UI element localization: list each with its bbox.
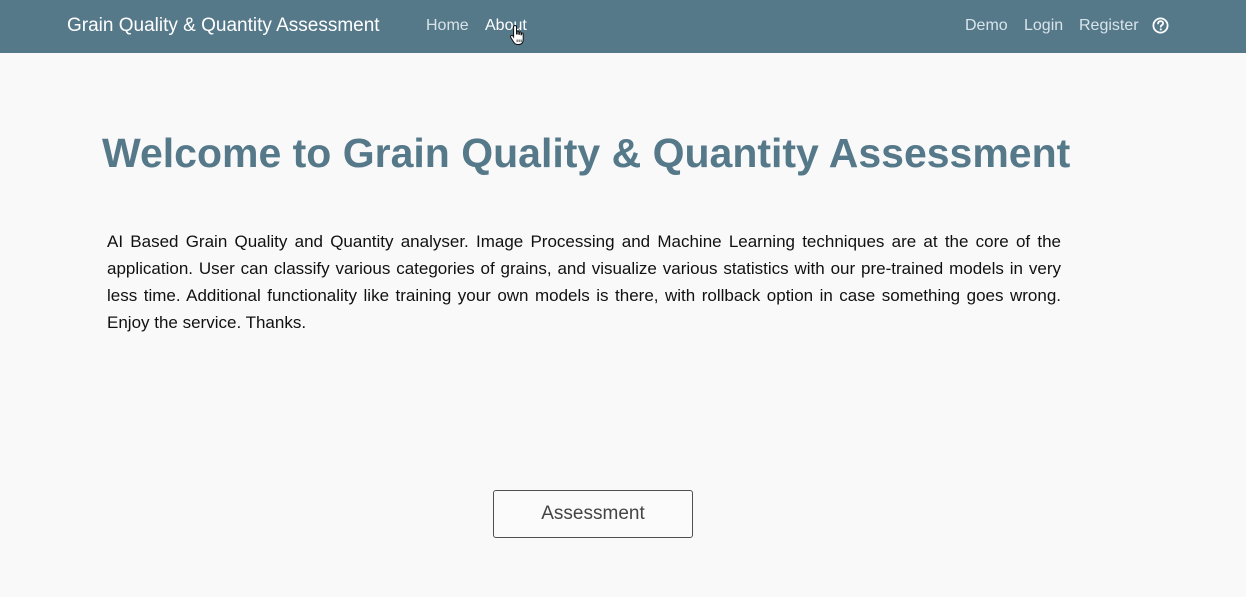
assessment-button[interactable]: Assessment [493,490,693,538]
nav-about-link[interactable]: About [485,16,527,36]
nav-login-link[interactable]: Login [1024,16,1063,36]
nav-demo-link[interactable]: Demo [965,16,1008,36]
brand-title[interactable]: Grain Quality & Quantity Assessment [67,14,380,38]
app-description: AI Based Grain Quality and Quantity anal… [107,232,1061,332]
nav-home-link[interactable]: Home [426,16,469,36]
page-title: Welcome to Grain Quality & Quantity Asse… [102,130,1071,176]
nav-register-link[interactable]: Register [1079,16,1139,36]
help-question-icon[interactable] [1152,17,1169,34]
top-navbar: Grain Quality & Quantity Assessment Home… [0,0,1246,53]
